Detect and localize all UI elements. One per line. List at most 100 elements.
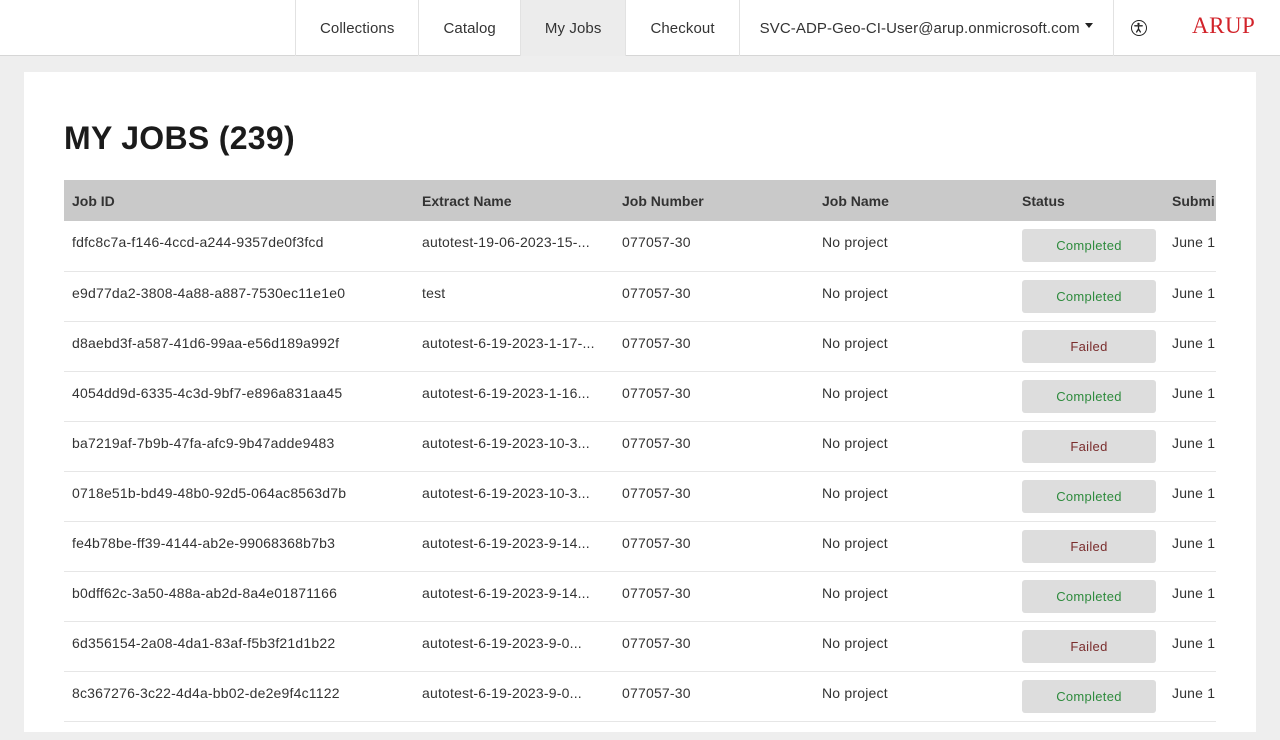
user-menu[interactable]: SVC-ADP-Geo-CI-User@arup.onmicrosoft.com	[738, 0, 1114, 56]
cell-submitted: June 1	[1172, 534, 1216, 551]
cell-job-id: 4054dd9d-6335-4c3d-9bf7-e896a831aa45	[72, 384, 343, 401]
cell-status: Failed	[1014, 521, 1164, 571]
cell-status: Failed	[1014, 321, 1164, 371]
nav-collections[interactable]: Collections	[295, 0, 418, 56]
cell-job-name: No project	[822, 484, 888, 501]
jobs-table-container[interactable]: Job ID Extract Name Job Number Job Name …	[64, 180, 1216, 740]
cell-submitted: June 1	[1172, 484, 1216, 501]
cell-job-id: fdfc8c7a-f146-4ccd-a244-9357de0f3fcd	[72, 234, 324, 250]
cell-job-number: 077057-30	[622, 634, 691, 651]
cell-job-number: 077057-30	[622, 534, 691, 551]
cell-submitted: June 1	[1172, 434, 1216, 451]
cell-job-number: 077057-30	[622, 384, 691, 401]
cell-job-id: e9d77da2-3808-4a88-a887-7530ec11e1e0	[72, 284, 346, 301]
cell-status: Completed	[1014, 221, 1164, 271]
status-badge: Completed	[1022, 679, 1156, 713]
cell-submitted: June 1	[1172, 334, 1216, 351]
cell-job-number: 077057-30	[622, 484, 691, 501]
cell-job-id: d8aebd3f-a587-41d6-99aa-e56d189a992f	[72, 334, 340, 351]
table-row[interactable]: b0dff62c-3a50-488a-ab2d-8a4e01871166 aut…	[64, 571, 1216, 621]
user-email: SVC-ADP-Geo-CI-User@arup.onmicrosoft.com	[759, 19, 1080, 37]
cell-job-number: 077057-30	[622, 434, 691, 451]
table-row[interactable]: 8c367276-3c22-4d4a-bb02-de2e9f4c1122 aut…	[64, 671, 1216, 721]
cell-status: Completed	[1014, 471, 1164, 521]
cell-extract-name: autotest-6-19-2023-10-3...	[422, 484, 590, 501]
cell-job-id: fe4b78be-ff39-4144-ab2e-99068368b7b3	[72, 534, 336, 551]
main-panel: MY JOBS (239) Job ID Extract Name Job Nu…	[24, 72, 1256, 732]
table-row[interactable]: d8aebd3f-a587-41d6-99aa-e56d189a992f aut…	[64, 321, 1216, 371]
cell-submitted: June 1	[1172, 684, 1216, 701]
header-extract-name[interactable]: Extract Name	[414, 180, 614, 221]
nav-checkout[interactable]: Checkout	[625, 0, 738, 56]
cell-job-number: 077057-30	[622, 284, 691, 301]
cell-submitted: June 1	[1172, 584, 1216, 601]
cell-submitted: June 1	[1172, 384, 1216, 401]
cell-extract-name: autotest-6-19-2023-1-17-...	[422, 334, 595, 351]
table-row[interactable]: 4054dd9d-6335-4c3d-9bf7-e896a831aa45 aut…	[64, 371, 1216, 421]
arup-logo[interactable]: ARUP	[1192, 13, 1255, 39]
cell-job-number: 077057-30	[622, 684, 691, 701]
table-row[interactable]: fdfc8c7a-f146-4ccd-a244-9357de0f3fcd aut…	[64, 221, 1216, 271]
table-row[interactable]: ba7219af-7b9b-47fa-afc9-9b47adde9483 aut…	[64, 421, 1216, 471]
cell-job-id: 0718e51b-bd49-48b0-92d5-064ac8563d7b	[72, 484, 347, 501]
status-badge: Failed	[1022, 429, 1156, 463]
accessibility-icon[interactable]	[1131, 20, 1147, 36]
table-row[interactable]: fe4b78be-ff39-4144-ab2e-99068368b7b3 aut…	[64, 521, 1216, 571]
status-badge: Failed	[1022, 329, 1156, 363]
cell-status: Failed	[1014, 621, 1164, 671]
cell-extract-name: autotest-6-19-2023-9-14...	[422, 584, 590, 601]
cell-job-name: No project	[822, 634, 888, 651]
cell-job-name: No project	[822, 234, 888, 250]
cell-job-name: No project	[822, 584, 888, 601]
cell-submitted: June 1	[1172, 634, 1216, 651]
cell-extract-name: autotest-19-06-2023-15-...	[422, 234, 590, 250]
status-badge: Completed	[1022, 579, 1156, 613]
table-row[interactable]: 6d356154-2a08-4da1-83af-f5b3f21d1b22 aut…	[64, 621, 1216, 671]
status-badge: Completed	[1022, 479, 1156, 513]
status-badge: Completed	[1022, 379, 1156, 413]
cell-job-name: No project	[822, 534, 888, 551]
cell-job-id: 8c367276-3c22-4d4a-bb02-de2e9f4c1122	[72, 684, 340, 701]
cell-submitted: June 1	[1172, 234, 1216, 250]
cell-job-id: 6d356154-2a08-4da1-83af-f5b3f21d1b22	[72, 634, 336, 651]
cell-extract-name: autotest-6-19-2023-9-14...	[422, 534, 590, 551]
status-badge: Completed	[1022, 229, 1156, 262]
cell-job-name: No project	[822, 434, 888, 451]
cell-job-name: No project	[822, 684, 888, 701]
header-submitted[interactable]: Submi	[1164, 180, 1216, 221]
cell-job-id: ba7219af-7b9b-47fa-afc9-9b47adde9483	[72, 434, 335, 451]
cell-job-number: 077057-30	[622, 234, 691, 250]
header-status[interactable]: Status	[1014, 180, 1164, 221]
header-job-id[interactable]: Job ID	[64, 180, 414, 221]
cell-extract-name: autotest-6-19-2023-1-16...	[422, 384, 590, 401]
nav-catalog[interactable]: Catalog	[418, 0, 519, 56]
cell-status: Completed	[1014, 571, 1164, 621]
cell-status: Completed	[1014, 371, 1164, 421]
cell-status: Completed	[1014, 671, 1164, 721]
table-row[interactable]: e9d77da2-3808-4a88-a887-7530ec11e1e0 tes…	[64, 271, 1216, 321]
status-badge: Failed	[1022, 529, 1156, 563]
cell-job-name: No project	[822, 384, 888, 401]
jobs-table: Job ID Extract Name Job Number Job Name …	[64, 180, 1216, 722]
table-row[interactable]: 0718e51b-bd49-48b0-92d5-064ac8563d7b aut…	[64, 471, 1216, 521]
cell-job-name: No project	[822, 284, 888, 301]
cell-extract-name: autotest-6-19-2023-9-0...	[422, 684, 582, 701]
nav-my-jobs[interactable]: My Jobs	[519, 0, 626, 56]
status-badge: Completed	[1022, 279, 1156, 313]
header-job-number[interactable]: Job Number	[614, 180, 814, 221]
header-job-name[interactable]: Job Name	[814, 180, 1014, 221]
cell-job-id: b0dff62c-3a50-488a-ab2d-8a4e01871166	[72, 584, 338, 601]
status-badge: Failed	[1022, 629, 1156, 663]
cell-status: Completed	[1014, 271, 1164, 321]
cell-extract-name: autotest-6-19-2023-9-0...	[422, 634, 582, 651]
caret-down-icon	[1084, 22, 1093, 28]
page-title: MY JOBS (239)	[64, 120, 295, 156]
cell-extract-name: test	[422, 284, 446, 301]
cell-job-number: 077057-30	[622, 334, 691, 351]
main-nav: Collections Catalog My Jobs Checkout SVC…	[295, 0, 1114, 56]
table-header-row: Job ID Extract Name Job Number Job Name …	[64, 180, 1216, 221]
cell-job-number: 077057-30	[622, 584, 691, 601]
cell-job-name: No project	[822, 334, 888, 351]
top-navbar: Collections Catalog My Jobs Checkout SVC…	[0, 0, 1280, 56]
cell-status: Failed	[1014, 421, 1164, 471]
